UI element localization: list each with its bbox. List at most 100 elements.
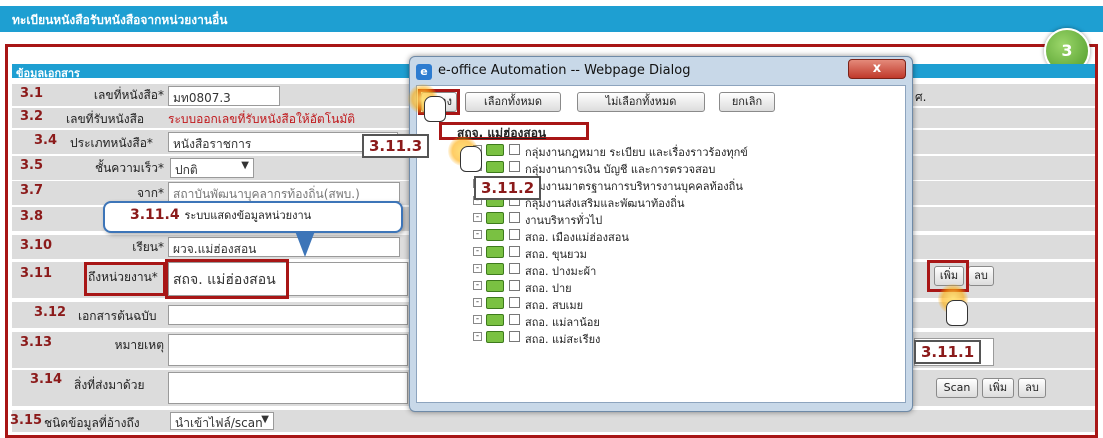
doc-type-label: ประเภทหนังสือ* <box>70 136 153 150</box>
item-checkbox[interactable] <box>509 161 520 172</box>
folder-icon <box>486 280 504 292</box>
row-number: 3.12 <box>34 305 67 320</box>
ie-icon: e <box>416 64 432 80</box>
row-number: 3.14 <box>30 372 63 387</box>
expand-icon[interactable]: - <box>473 230 482 239</box>
section-title: ข้อมูลเอกสาร <box>16 67 80 80</box>
item-checkbox[interactable] <box>509 331 520 342</box>
expand-icon[interactable]: - <box>473 247 482 256</box>
annotation-number: 3.11.4 <box>130 207 180 223</box>
item-checkbox[interactable] <box>509 229 520 240</box>
webpage-dialog: e e-office Automation -- Webpage Dialog … <box>409 56 913 412</box>
folder-icon <box>486 229 504 241</box>
chevron-down-icon: ▼ <box>241 160 249 171</box>
item-checkbox[interactable] <box>509 246 520 257</box>
item-checkbox[interactable] <box>509 314 520 325</box>
tree-item[interactable]: -กลุ่มงานการเงิน บัญชี และการตรวจสอบ <box>473 159 893 176</box>
folder-icon <box>486 161 504 173</box>
row-number: 3.11 <box>20 266 53 281</box>
tree-item[interactable]: - สถอ. แม่สะเรียง <box>473 329 893 346</box>
annotation-3-11-2: 3.11.2 <box>474 176 542 200</box>
add-attachment-button[interactable]: เพิ่ม <box>982 378 1014 398</box>
deselect-all-button[interactable]: ไม่เลือกทั้งหมด <box>577 92 705 112</box>
tree-item[interactable]: - สถอ. เมืองแม่ฮ่องสอน <box>473 227 893 244</box>
dialog-body: ตกลง เลือกทั้งหมด ไม่เลือกทั้งหมด ยกเลิก… <box>416 85 906 403</box>
speed-select[interactable]: ปกติ ▼ <box>170 158 254 178</box>
page-title-bar: ทะเบียนหนังสือรับหนังสือจากหน่วยงานอื่น <box>0 6 1103 32</box>
expand-icon[interactable]: - <box>473 332 482 341</box>
tree-item[interactable]: - สถอ. ปางมะผ้า <box>473 261 893 278</box>
attachment-textarea[interactable] <box>168 372 408 404</box>
row-number: 3.8 <box>20 209 44 224</box>
original-doc-input[interactable] <box>168 305 408 325</box>
annotation-3-11-1: 3.11.1 <box>914 340 982 364</box>
annotation-text: ระบบแสดงข้อมูลหน่วยงาน <box>184 209 312 222</box>
folder-icon <box>486 246 504 258</box>
tree-item[interactable]: -กลุ่มงานกฎหมาย ระเบียบ และเรื่องราวร้อง… <box>473 142 893 159</box>
receive-number-label: เลขที่รับหนังสือ <box>66 112 145 126</box>
tree-item[interactable]: - สถอ. สบเมย <box>473 295 893 312</box>
folder-icon <box>486 314 504 326</box>
item-checkbox[interactable] <box>509 144 520 155</box>
folder-icon <box>486 297 504 309</box>
row-number: 3.10 <box>20 238 53 253</box>
hand-cursor-icon <box>946 300 968 326</box>
ref-type-label: ชนิดข้อมูลที่อ้างถึง <box>44 416 140 430</box>
expand-icon[interactable]: - <box>473 213 482 222</box>
delete-attachment-button[interactable]: ลบ <box>1018 378 1046 398</box>
row-number: 3.4 <box>34 133 58 148</box>
remark-label: หมายเหตุ <box>114 338 164 352</box>
tree-item[interactable]: - งานบริหารทั่วไป <box>473 210 893 227</box>
truncated-text: ศ. <box>915 90 927 104</box>
ref-type-select[interactable]: นำเข้าไฟล์/scan ▼ <box>170 412 274 430</box>
folder-icon <box>486 144 504 156</box>
cancel-button[interactable]: ยกเลิก <box>719 92 775 112</box>
row-number: 3.1 <box>20 86 44 101</box>
hand-cursor-icon <box>460 146 482 172</box>
item-checkbox[interactable] <box>509 212 520 223</box>
scan-button[interactable]: Scan <box>936 378 978 398</box>
expand-icon[interactable]: - <box>473 264 482 273</box>
row-number: 3.13 <box>20 335 53 350</box>
dialog-title: e-office Automation -- Webpage Dialog <box>438 63 691 78</box>
expand-icon[interactable]: - <box>473 298 482 307</box>
folder-icon <box>486 331 504 343</box>
item-checkbox[interactable] <box>509 263 520 274</box>
item-checkbox[interactable] <box>509 297 520 308</box>
to-unit-label: ถึงหน่วยงาน* <box>88 270 158 284</box>
attachment-label: สิ่งที่ส่งมาด้วย <box>74 378 145 392</box>
row-number: 3.15 <box>10 413 43 428</box>
row-number: 3.5 <box>20 158 44 173</box>
tree-item[interactable]: - สถอ. ปาย <box>473 278 893 295</box>
item-checkbox[interactable] <box>509 280 520 291</box>
receive-number-note: ระบบออกเลขที่รับหนังสือให้อัตโนมัติ <box>168 112 356 126</box>
remark-textarea[interactable] <box>168 334 408 366</box>
row-number: 3.7 <box>20 183 44 198</box>
ref-type-select-value: นำเข้าไฟล์/scan <box>175 416 263 430</box>
original-doc-label: เอกสารต้นฉบับ <box>78 309 157 323</box>
page-title: ทะเบียนหนังสือรับหนังสือจากหน่วยงานอื่น <box>12 13 228 27</box>
expand-icon[interactable]: - <box>473 315 482 324</box>
callout-tail <box>295 231 315 257</box>
tree-item[interactable]: - สถอ. แม่ลาน้อย <box>473 312 893 329</box>
doc-number-input[interactable]: มท0807.3 <box>168 86 280 106</box>
speed-select-value: ปกติ <box>175 163 198 177</box>
annotation-3-11-3: 3.11.3 <box>362 134 430 158</box>
delete-unit-button[interactable]: ลบ <box>968 266 994 286</box>
folder-icon <box>486 263 504 275</box>
chevron-down-icon: ▼ <box>261 414 269 425</box>
folder-icon <box>486 212 504 224</box>
row-number: 3.2 <box>20 109 44 124</box>
tree-item[interactable]: - สถอ. ขุนยวม <box>473 244 893 261</box>
tree-item-label: สถอ. แม่สะเรียง <box>525 333 601 346</box>
highlight-box <box>165 259 289 299</box>
to-person-label: เรียน* <box>132 240 164 254</box>
expand-icon[interactable]: - <box>473 281 482 290</box>
select-all-button[interactable]: เลือกทั้งหมด <box>465 92 561 112</box>
doc-number-label: เลขที่หนังสือ* <box>93 88 164 102</box>
hand-cursor-icon <box>424 96 446 122</box>
annotation-3-11-4: 3.11.4 ระบบแสดงข้อมูลหน่วยงาน <box>130 206 311 224</box>
close-icon[interactable]: x <box>848 59 906 79</box>
to-person-input[interactable]: ผวจ.แม่ฮ่องสอน <box>168 237 400 257</box>
from-input[interactable]: สถาบันพัฒนาบุคลากรท้องถิ่น(สพบ.) <box>168 182 400 202</box>
